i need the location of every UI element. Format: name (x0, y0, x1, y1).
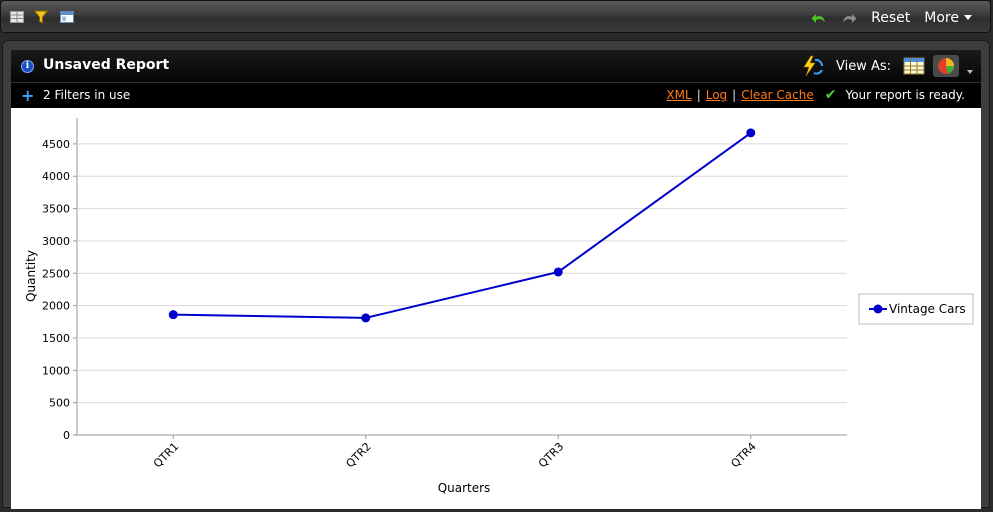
y-tick-label: 3500 (42, 203, 70, 216)
y-tick-label: 3000 (42, 235, 70, 248)
report-panel: i Unsaved Report View As: + 2 Filters in… (2, 40, 990, 509)
status-text: Your report is ready. (845, 88, 965, 102)
y-axis-label: Quantity (24, 250, 38, 302)
x-tick-label: QTR2 (343, 440, 373, 470)
more-label: More (924, 9, 959, 26)
chart-view-button[interactable] (933, 55, 959, 77)
x-axis-label: Quarters (438, 481, 491, 495)
x-tick-label: QTR4 (728, 440, 758, 470)
report-links: XML | Log | Clear Cache ✔ Your report is… (666, 87, 965, 103)
more-menu-button[interactable]: More (924, 10, 972, 26)
log-link[interactable]: Log (706, 88, 727, 102)
xml-link[interactable]: XML (666, 88, 691, 102)
chart-area: 0 500 1000 1500 2000 2500 3000 3500 4000 4500 QTR… (11, 108, 981, 509)
filter-icon[interactable] (34, 10, 48, 24)
top-toolbar: Reset More (0, 0, 991, 33)
y-tick-label: 2000 (42, 300, 70, 313)
x-axis-ticks: QTR1 QTR2 QTR3 QTR4 (151, 435, 759, 470)
legend-label: Vintage Cars (889, 302, 966, 316)
data-point[interactable] (553, 267, 563, 277)
chevron-down-icon (964, 15, 972, 20)
link-separator: | (732, 88, 737, 102)
check-icon: ✔ (824, 87, 837, 103)
add-filter-icon[interactable]: + (21, 88, 34, 104)
undo-icon[interactable] (811, 11, 827, 25)
y-axis-ticks: 0 500 1000 1500 2000 2500 3000 3500 4000 4500 (42, 138, 77, 442)
data-series (168, 128, 756, 323)
pie-chart-icon (938, 58, 954, 74)
y-tick-label: 500 (49, 397, 70, 410)
gridlines (76, 118, 847, 436)
refresh-lightning-icon[interactable] (800, 55, 824, 77)
info-icon[interactable]: i (21, 60, 34, 73)
redo-icon[interactable] (841, 11, 857, 25)
view-as-controls: View As: (800, 50, 973, 82)
y-tick-label: 0 (63, 429, 70, 442)
chevron-down-icon[interactable] (967, 70, 973, 74)
line-chart: 0 500 1000 1500 2000 2500 3000 3500 4000 4500 QTR… (24, 118, 974, 495)
legend-swatch-marker (873, 304, 883, 314)
clear-cache-link[interactable]: Clear Cache (741, 88, 814, 102)
y-tick-label: 1000 (42, 364, 70, 377)
link-separator: | (696, 88, 701, 102)
x-tick-label: QTR1 (151, 440, 181, 470)
chart-legend[interactable]: Vintage Cars (858, 293, 974, 325)
reset-button[interactable]: Reset (871, 10, 910, 26)
table-view-icon[interactable] (903, 57, 925, 75)
report-title: Unsaved Report (43, 57, 170, 73)
y-tick-label: 4000 (42, 170, 70, 183)
filters-in-use-text[interactable]: 2 Filters in use (43, 88, 130, 102)
report-titlebar: i Unsaved Report View As: (11, 50, 981, 83)
data-point[interactable] (361, 313, 371, 323)
view-as-label: View As: (835, 58, 891, 74)
y-tick-label: 2500 (42, 267, 70, 280)
y-tick-label: 1500 (42, 332, 70, 345)
data-point[interactable] (168, 310, 178, 320)
grid-icon[interactable] (10, 10, 24, 24)
filter-bar: + 2 Filters in use XML | Log | Clear Cac… (11, 83, 981, 108)
x-tick-label: QTR3 (536, 440, 566, 470)
layout-icon[interactable] (60, 10, 74, 24)
series-line (173, 132, 752, 319)
y-tick-label: 4500 (42, 138, 70, 151)
data-point[interactable] (746, 128, 756, 138)
